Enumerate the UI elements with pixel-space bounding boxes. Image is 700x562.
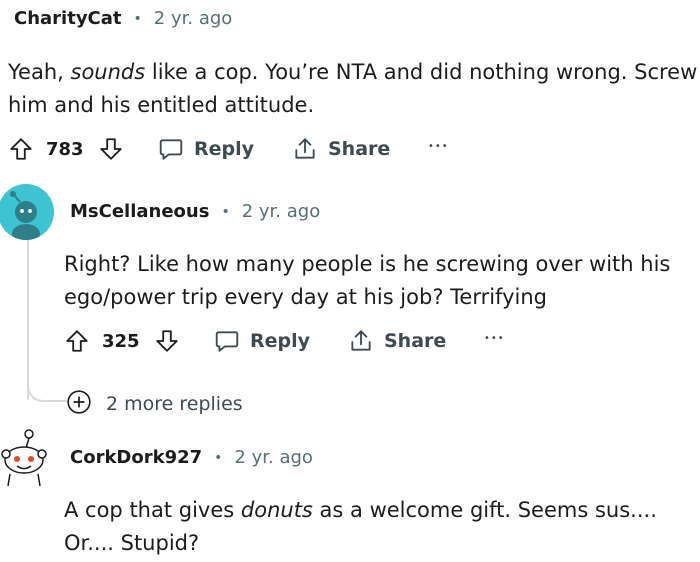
username[interactable]: CorkDork927 — [70, 447, 202, 468]
share-label: Share — [384, 330, 447, 352]
downvote-icon[interactable] — [154, 328, 180, 354]
username[interactable]: MsCellaneous — [70, 201, 209, 222]
comment-text: Yeah, — [8, 60, 71, 84]
comment-header: CharityCat • 2 yr. ago — [14, 8, 232, 29]
more-replies-button[interactable]: 2 more replies — [66, 389, 243, 419]
share-button[interactable]: Share — [292, 136, 390, 162]
share-label: Share — [328, 138, 391, 160]
timestamp[interactable]: 2 yr. ago — [242, 201, 321, 222]
timestamp[interactable]: 2 yr. ago — [154, 8, 233, 29]
username[interactable]: CharityCat — [14, 8, 122, 29]
share-icon — [348, 328, 374, 354]
comment-bubble-icon — [158, 136, 184, 162]
comment-text: A cop that gives — [64, 498, 241, 522]
separator-dot: • — [214, 449, 223, 466]
more-replies-label: 2 more replies — [106, 393, 243, 415]
reply-button[interactable]: Reply — [158, 136, 254, 162]
comment-bubble-icon — [214, 328, 240, 354]
share-icon — [292, 136, 318, 162]
vote-group: 783 — [8, 136, 124, 162]
comment-header: CorkDork927 • 2 yr. ago — [70, 447, 313, 468]
avatar[interactable] — [0, 428, 54, 488]
comment-body: A cop that gives donuts as a welcome gif… — [64, 494, 694, 560]
comment-text-emphasis: donuts — [240, 498, 313, 522]
vote-count: 783 — [46, 138, 84, 160]
avatar[interactable] — [0, 184, 54, 240]
more-options-icon[interactable]: ••• — [484, 333, 505, 344]
vote-group: 325 — [64, 328, 180, 354]
comment-text-emphasis: sounds — [70, 60, 146, 84]
reply-label: Reply — [250, 330, 311, 352]
share-button[interactable]: Share — [348, 328, 446, 354]
separator-dot: • — [221, 203, 230, 220]
separator-dot: • — [133, 10, 142, 27]
upvote-icon[interactable] — [64, 328, 90, 354]
reply-button[interactable]: Reply — [214, 328, 310, 354]
reply-label: Reply — [194, 138, 255, 160]
upvote-icon[interactable] — [8, 136, 34, 162]
comment-body: Yeah, sounds like a cop. You’re NTA and … — [8, 56, 698, 122]
thread-connector — [27, 372, 67, 402]
comment-body: Right? Like how many people is he screwi… — [64, 252, 671, 309]
downvote-icon[interactable] — [98, 136, 124, 162]
timestamp[interactable]: 2 yr. ago — [234, 447, 313, 468]
more-options-icon[interactable]: ••• — [428, 141, 449, 152]
comment-header: MsCellaneous • 2 yr. ago — [70, 201, 320, 222]
vote-count: 325 — [102, 330, 140, 352]
plus-circle-icon — [66, 389, 92, 419]
